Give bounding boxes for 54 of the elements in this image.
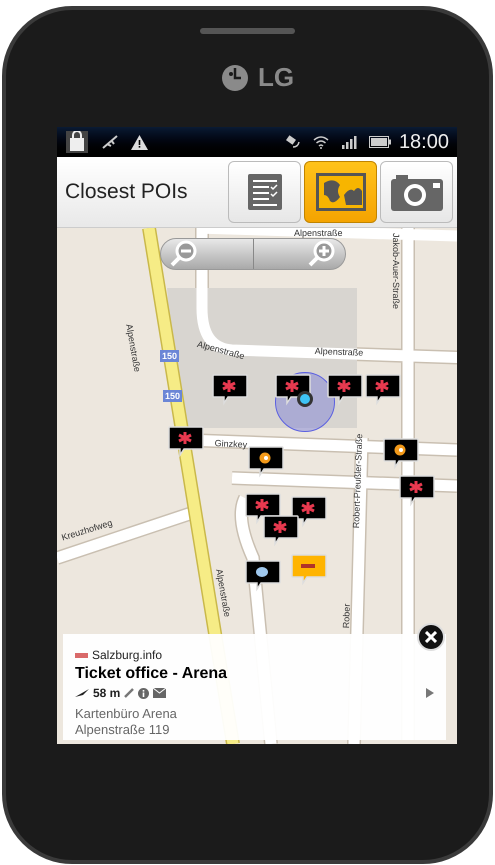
battery-icon <box>368 136 391 148</box>
camera-view-button[interactable] <box>380 161 453 223</box>
zoom-control[interactable] <box>160 238 346 270</box>
event-marker[interactable] <box>327 374 363 406</box>
usb-icon <box>101 134 119 150</box>
zoom-in-icon <box>307 240 337 268</box>
event-marker[interactable] <box>365 374 401 406</box>
clock-time: 18:00 <box>398 130 449 155</box>
food-marker[interactable] <box>248 446 284 478</box>
info-marker[interactable] <box>245 560 281 592</box>
signal-icon <box>340 135 357 149</box>
street-label: Ginzkey <box>214 437 248 451</box>
ticket-marker[interactable] <box>291 554 327 586</box>
poi-card[interactable]: Salzburg.info Ticket office - Arena 58 m Kartenbüro Arena Alpenstraße 119 <box>63 634 446 740</box>
warning-icon <box>131 134 148 150</box>
event-marker[interactable] <box>212 374 248 406</box>
camera-icon <box>390 173 442 211</box>
close-icon <box>425 631 437 643</box>
poi-distance: 58 m <box>93 685 120 702</box>
street-label: Jakob-Auer-Straße <box>390 233 402 310</box>
food-marker[interactable] <box>383 438 419 470</box>
wifi-icon <box>312 135 329 149</box>
poi-source: Salzburg.info <box>92 647 162 664</box>
street-label: Rober <box>340 604 353 628</box>
route-number-badge: 150 <box>160 350 180 362</box>
map[interactable] <box>57 228 457 744</box>
event-marker[interactable] <box>263 515 299 547</box>
street-label: Alpenstraße <box>294 228 343 239</box>
map-view-button[interactable] <box>304 161 377 223</box>
poi-title: Ticket office - Arena <box>75 664 228 684</box>
close-button[interactable] <box>417 623 445 651</box>
map-icon <box>316 173 366 211</box>
zoom-out-icon <box>169 240 199 268</box>
flag-icon <box>75 652 88 658</box>
list-icon <box>248 174 282 210</box>
chevron-right-icon <box>426 688 434 698</box>
street-label: Robert-Preußler-Straße <box>350 434 366 528</box>
poi-subtitle: Kartenbüro Arena <box>75 706 178 722</box>
event-marker[interactable] <box>399 475 435 507</box>
shopping-bag-icon <box>65 131 89 153</box>
direction-icon <box>75 689 89 697</box>
list-view-button[interactable] <box>228 161 301 223</box>
route-number-badge: 150 <box>163 390 182 402</box>
poi-address: Alpenstraße 119 <box>75 722 170 738</box>
street-label: Alpenstraße <box>314 345 364 359</box>
logo-icon <box>220 62 250 92</box>
screen-title: Closest POIs <box>65 179 189 206</box>
brand-logo: LG <box>258 61 294 94</box>
event-marker[interactable] <box>168 426 204 458</box>
street-label: Alpenstraße <box>123 323 144 373</box>
street-label: Alpenstraße <box>213 568 234 618</box>
event-marker[interactable] <box>291 496 327 528</box>
info-icon <box>138 688 150 698</box>
mail-icon <box>153 688 166 698</box>
